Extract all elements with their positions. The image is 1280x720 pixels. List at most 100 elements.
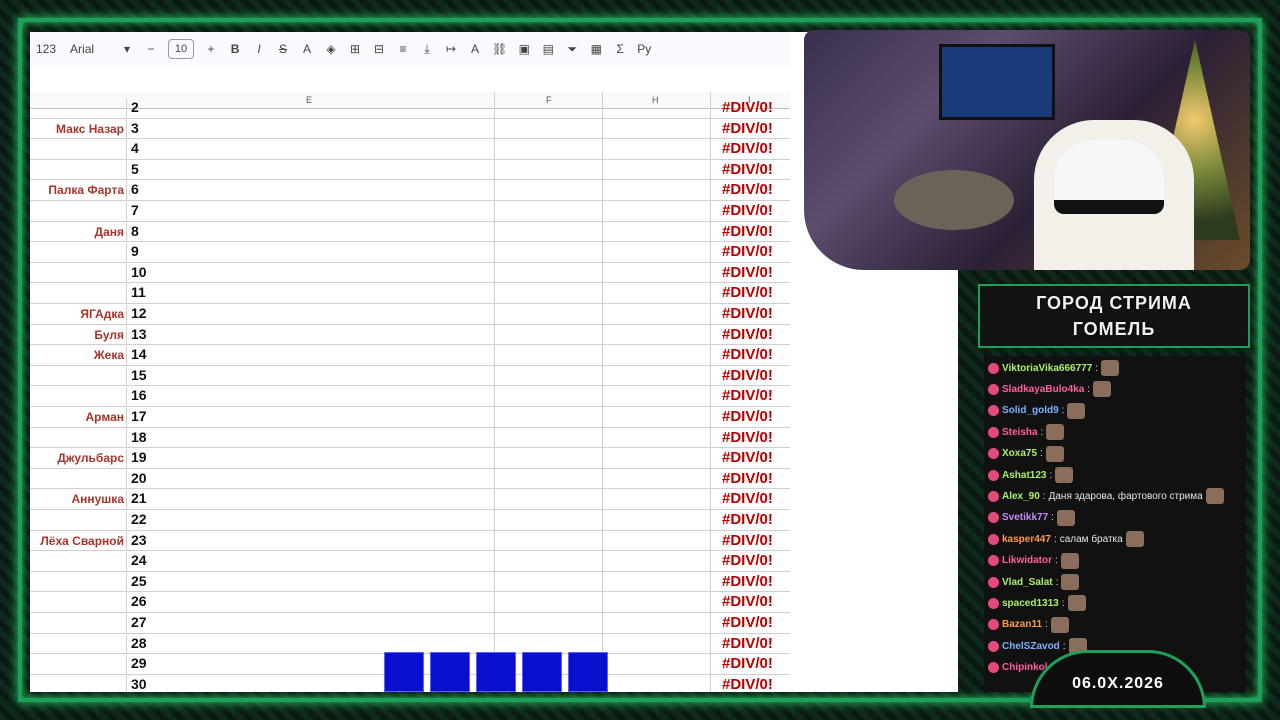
valign-icon[interactable]: ⤓ <box>420 38 434 60</box>
row-number-cell[interactable]: 21 <box>126 490 499 510</box>
comment-icon[interactable]: ▣ <box>517 38 531 60</box>
row-number-cell[interactable]: 2 <box>126 99 499 119</box>
error-cell[interactable]: #DIV/0! <box>722 120 773 137</box>
row-number-cell[interactable]: 4 <box>126 140 499 160</box>
error-cell[interactable]: #DIV/0! <box>722 181 773 198</box>
chat-username[interactable]: Steisha <box>1002 427 1038 438</box>
chat-username[interactable]: kasper447 <box>1002 534 1051 545</box>
error-cell[interactable]: #DIV/0! <box>722 573 773 590</box>
bold-button[interactable]: B <box>228 38 242 60</box>
error-cell[interactable]: #DIV/0! <box>722 532 773 549</box>
row-number-cell[interactable]: 22 <box>126 511 499 531</box>
row-number-cell[interactable]: 12 <box>126 305 499 325</box>
error-cell[interactable]: #DIV/0! <box>722 429 773 446</box>
error-cell[interactable]: #DIV/0! <box>722 614 773 631</box>
error-cell[interactable]: #DIV/0! <box>722 635 773 652</box>
zoom-label[interactable]: 123 <box>36 38 56 60</box>
chat-username[interactable]: Alex_90 <box>1002 491 1040 502</box>
chat-username[interactable]: Ashat123 <box>1002 470 1046 481</box>
error-cell[interactable]: #DIV/0! <box>722 367 773 384</box>
row-number-cell[interactable]: 9 <box>126 243 499 263</box>
error-cell[interactable]: #DIV/0! <box>722 387 773 404</box>
chat-username[interactable]: Bazan11 <box>1002 619 1042 630</box>
error-cell[interactable]: #DIV/0! <box>722 552 773 569</box>
font-size-input[interactable]: 10 <box>168 39 195 59</box>
chat-username[interactable]: Chipinkol <box>1002 662 1048 673</box>
player-name-cell[interactable]: Джульбарс <box>30 451 124 465</box>
error-cell[interactable]: #DIV/0! <box>722 284 773 301</box>
error-cell[interactable]: #DIV/0! <box>722 655 773 672</box>
chat-username[interactable]: spaced1313 <box>1002 598 1059 609</box>
input-tools-button[interactable]: Ру <box>637 38 651 60</box>
player-name-cell[interactable]: Макс Назар <box>30 122 124 136</box>
chat-username[interactable]: SladkayaBulo4ka <box>1002 384 1084 395</box>
font-select[interactable]: Arial ▾ <box>66 38 134 60</box>
filter-icon[interactable]: ⏷ <box>565 38 579 60</box>
row-number-cell[interactable]: 23 <box>126 531 499 552</box>
error-cell[interactable]: #DIV/0! <box>722 593 773 610</box>
error-cell[interactable]: #DIV/0! <box>722 223 773 240</box>
error-cell[interactable]: #DIV/0! <box>722 202 773 219</box>
row-number-cell[interactable]: 11 <box>126 284 499 304</box>
row-number-cell[interactable]: 17 <box>126 408 499 428</box>
chat-username[interactable]: Svetikk77 <box>1002 512 1048 523</box>
table-icon[interactable]: ▦ <box>589 38 603 60</box>
row-number-cell[interactable]: 18 <box>126 428 499 449</box>
row-number-cell[interactable]: 6 <box>126 181 499 201</box>
borders-icon[interactable]: ⊞ <box>348 38 362 60</box>
fill-color-icon[interactable]: ◈ <box>324 38 338 60</box>
rotate-text-icon[interactable]: A <box>468 38 482 60</box>
functions-button[interactable]: Σ <box>613 38 627 60</box>
text-color-button[interactable]: A <box>300 38 314 60</box>
row-number-cell[interactable]: 27 <box>126 614 499 634</box>
row-number-cell[interactable]: 16 <box>126 387 499 407</box>
error-cell[interactable]: #DIV/0! <box>722 408 773 425</box>
row-number-cell[interactable]: 19 <box>126 449 499 469</box>
chat-username[interactable]: Solid_gold9 <box>1002 405 1059 416</box>
error-cell[interactable]: #DIV/0! <box>722 326 773 343</box>
chart-icon[interactable]: ▤ <box>541 38 555 60</box>
link-icon[interactable]: ⛓ <box>492 38 507 60</box>
row-number-cell[interactable]: 26 <box>126 593 499 613</box>
player-name-cell[interactable]: Лёха Сварной <box>30 534 124 548</box>
row-number-cell[interactable]: 15 <box>126 366 499 387</box>
error-cell[interactable]: #DIV/0! <box>722 511 773 528</box>
error-cell[interactable]: #DIV/0! <box>722 140 773 157</box>
row-number-cell[interactable]: 13 <box>126 325 499 346</box>
error-cell[interactable]: #DIV/0! <box>722 346 773 363</box>
row-number-cell[interactable]: 24 <box>126 552 499 572</box>
align-left-icon[interactable]: ≡ <box>396 38 410 60</box>
decrease-size-button[interactable]: − <box>144 38 158 60</box>
player-name-cell[interactable]: Палка Фарта <box>30 183 124 197</box>
error-cell[interactable]: #DIV/0! <box>722 99 773 116</box>
increase-size-button[interactable]: + <box>204 38 218 60</box>
error-cell[interactable]: #DIV/0! <box>722 449 773 466</box>
player-name-cell[interactable]: Арман <box>30 410 124 424</box>
merge-icon[interactable]: ⊟ <box>372 38 386 60</box>
player-name-cell[interactable]: Даня <box>30 225 124 239</box>
error-cell[interactable]: #DIV/0! <box>722 161 773 178</box>
row-number-cell[interactable]: 8 <box>126 222 499 243</box>
row-number-cell[interactable]: 5 <box>126 160 499 181</box>
wrap-icon[interactable]: ↦ <box>444 38 458 60</box>
chat-username[interactable]: Likwidator <box>1002 555 1052 566</box>
player-name-cell[interactable]: Аннушка <box>30 492 124 506</box>
error-cell[interactable]: #DIV/0! <box>722 470 773 487</box>
error-cell[interactable]: #DIV/0! <box>722 243 773 260</box>
error-cell[interactable]: #DIV/0! <box>722 264 773 281</box>
chat-username[interactable]: Vlad_Salat <box>1002 577 1053 588</box>
row-number-cell[interactable]: 20 <box>126 469 499 490</box>
row-number-cell[interactable]: 3 <box>126 119 499 140</box>
player-name-cell[interactable]: Буля <box>30 328 124 342</box>
row-number-cell[interactable]: 10 <box>126 263 499 284</box>
chat-username[interactable]: ChelSZavod <box>1002 641 1060 652</box>
chat-username[interactable]: ViktoriaVika666777 <box>1002 363 1092 374</box>
error-cell[interactable]: #DIV/0! <box>722 676 773 692</box>
player-name-cell[interactable]: Жека <box>30 348 124 362</box>
strikethrough-button[interactable]: S <box>276 38 290 60</box>
row-number-cell[interactable]: 7 <box>126 202 499 222</box>
italic-button[interactable]: I <box>252 38 266 60</box>
row-number-cell[interactable]: 25 <box>126 572 499 593</box>
error-cell[interactable]: #DIV/0! <box>722 305 773 322</box>
row-number-cell[interactable]: 14 <box>126 346 499 366</box>
